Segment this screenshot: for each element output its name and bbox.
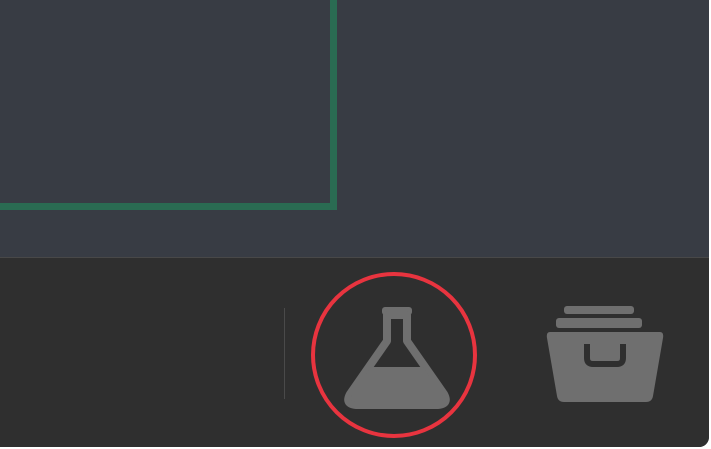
toolbar-divider (284, 308, 285, 399)
archive-box-icon (546, 306, 664, 402)
experiments-button[interactable] (310, 271, 480, 441)
canvas-area[interactable] (0, 0, 709, 257)
bottom-toolbar (0, 257, 709, 447)
app-window (0, 0, 709, 447)
flask-icon (311, 272, 477, 438)
selection-rectangle[interactable] (0, 0, 337, 210)
archive-button[interactable] (540, 298, 670, 408)
